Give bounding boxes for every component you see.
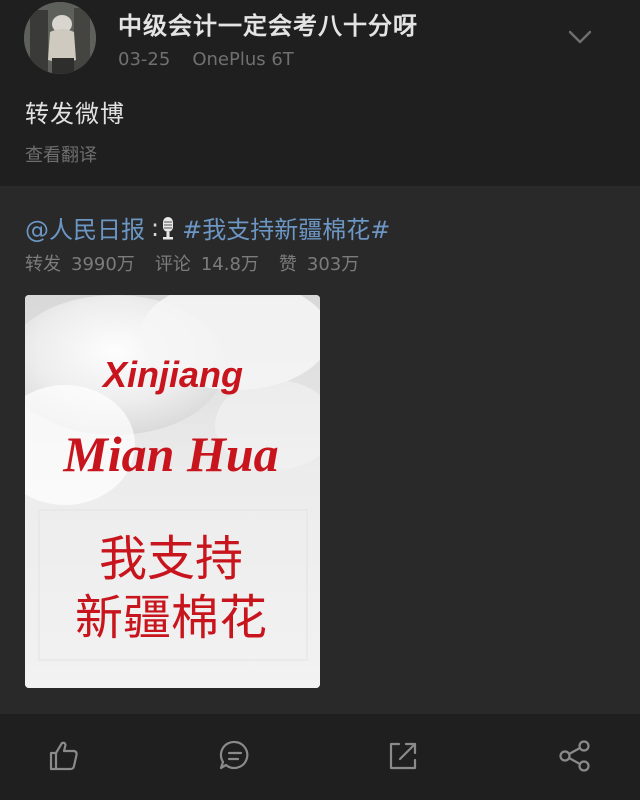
- image-text-support: 我支持: [99, 531, 243, 587]
- comment-icon: [219, 740, 249, 770]
- comment-button[interactable]: [217, 738, 253, 774]
- comment-count: 14.8万: [200, 254, 259, 275]
- post-text: 转发微博: [25, 100, 125, 128]
- colon: :: [151, 213, 160, 242]
- avatar[interactable]: [24, 2, 96, 74]
- translate-link[interactable]: 查看翻译: [25, 141, 97, 167]
- post-image[interactable]: Xinjiang Mian Hua 我支持 新疆棉花: [25, 295, 320, 688]
- weibo-post-page: 中级会计一定会考八十分呀 03-25 OnePlus 6T 转发微博 查看翻译 @…: [0, 0, 640, 800]
- microphone-icon: [160, 215, 176, 241]
- chevron-down-icon[interactable]: [566, 24, 594, 50]
- post-device: OnePlus 6T: [192, 49, 294, 70]
- image-text-cotton: 新疆棉花: [75, 590, 267, 646]
- share-button[interactable]: [557, 738, 593, 774]
- hashtag-link[interactable]: #我支持新疆棉花#: [182, 210, 390, 245]
- post-meta: 03-25 OnePlus 6T: [118, 49, 294, 70]
- repost-stats: 转发 3990万 评论 14.8万赞 303万: [25, 250, 369, 276]
- mention-link[interactable]: @人民日报: [25, 210, 145, 245]
- like-button[interactable]: [46, 738, 82, 774]
- like-count: 303万: [306, 254, 360, 275]
- repost-button[interactable]: [385, 738, 421, 774]
- repost-count: 3990万: [71, 254, 135, 275]
- like-count-label: 赞: [278, 254, 297, 275]
- image-text-mianhua: Mian Hua: [62, 426, 278, 482]
- repost-line: @人民日报 : #我支持新疆棉花#: [25, 210, 390, 245]
- image-text-xinjiang: Xinjiang: [101, 354, 243, 395]
- repost-card[interactable]: @人民日报 : #我支持新疆棉花# 转发 3990万 评论 14.8万赞 303万: [0, 186, 640, 714]
- author-name[interactable]: 中级会计一定会考八十分呀: [118, 6, 418, 41]
- thumbs-up-icon: [49, 741, 78, 771]
- post-date: 03-25: [118, 49, 171, 70]
- share-icon: [559, 740, 590, 772]
- repost-count-label: 转发: [25, 254, 61, 275]
- post-header: 中级会计一定会考八十分呀 03-25 OnePlus 6T: [0, 0, 640, 90]
- repost-icon: [389, 742, 417, 770]
- comment-count-label: 评论: [154, 254, 191, 275]
- action-bar: [0, 714, 640, 800]
